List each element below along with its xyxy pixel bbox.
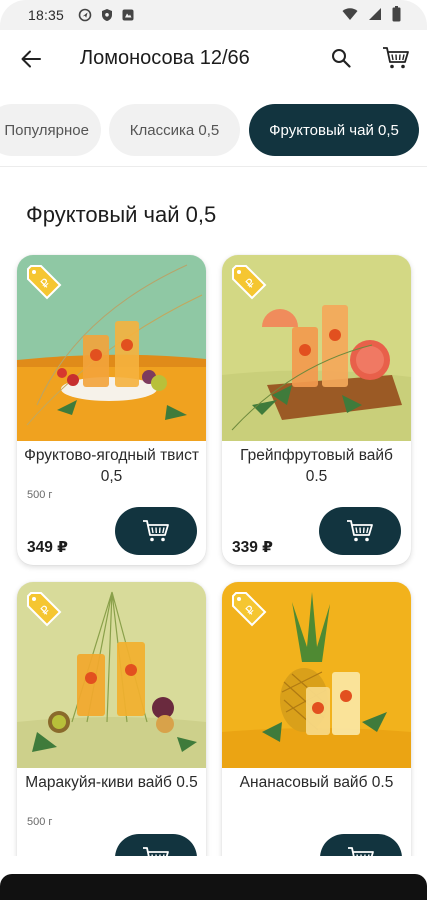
product-image[interactable]: ₽ (17, 255, 206, 441)
cart-button[interactable] (380, 42, 412, 74)
signal-icon (369, 8, 381, 20)
app-header: Ломоносова 12/66 (0, 30, 427, 86)
add-to-cart-button[interactable] (319, 507, 401, 555)
product-image[interactable]: ₽ (17, 582, 206, 768)
content-clip (0, 856, 427, 876)
product-name: Грейпфрутовый вайб 0.5 (240, 447, 393, 485)
category-chip-fruit-tea[interactable]: Фруктовый чай 0,5 (249, 104, 419, 156)
product-image[interactable]: ₽ (222, 255, 411, 441)
shield-icon (102, 9, 112, 21)
cart-icon (383, 47, 409, 69)
product-card[interactable]: ₽ Ананасовый вайб 0.5 (222, 582, 411, 892)
product-card[interactable]: ₽ Маракуйя-киви вайб 0.5 500 г (17, 582, 206, 892)
battery-icon (392, 6, 401, 22)
arrow-left-icon (21, 50, 41, 68)
product-weight: 500 г (27, 816, 53, 828)
product-image[interactable]: ₽ (222, 582, 411, 768)
notification-icon (122, 9, 134, 21)
section-title: Фруктовый чай 0,5 (26, 202, 217, 227)
product-weight: 500 г (27, 489, 53, 501)
product-name: Ананасовый вайб 0.5 (239, 774, 394, 791)
location-icon (78, 8, 92, 22)
status-time: 18:35 (28, 7, 65, 23)
product-price: 349 ₽ (27, 539, 68, 556)
back-button[interactable] (16, 44, 46, 74)
cart-icon (347, 520, 373, 542)
app-screen: 18:35 Ломоносова 12/66 Популярное Класси… (0, 0, 427, 900)
cart-icon (143, 520, 169, 542)
promo-badge-icon: ₽ (27, 592, 62, 627)
divider (0, 166, 427, 167)
category-chip-classic[interactable]: Классика 0,5 (109, 104, 240, 156)
page-title: Ломоносова 12/66 (80, 47, 250, 69)
navigation-bar (0, 874, 427, 900)
promo-badge-icon: ₽ (232, 592, 267, 627)
promo-badge-icon: ₽ (232, 265, 267, 300)
wifi-icon (342, 8, 358, 20)
category-tabs: Популярное Классика 0,5 Фруктовый чай 0,… (0, 104, 427, 156)
search-button[interactable] (326, 43, 356, 73)
status-bar: 18:35 (0, 0, 427, 30)
category-chip-popular[interactable]: Популярное (0, 104, 101, 156)
product-card[interactable]: ₽ Грейпфрутовый вайб 0.5 339 ₽ (222, 255, 411, 565)
product-name: Фруктово-ягодный твист 0,5 (24, 447, 199, 485)
search-icon (332, 49, 351, 68)
product-name: Маракуйя-киви вайб 0.5 (25, 774, 198, 791)
add-to-cart-button[interactable] (115, 507, 197, 555)
product-price: 339 ₽ (232, 539, 273, 556)
product-card[interactable]: ₽ Фруктово-ягодный твист 0,5 500 г 349 ₽ (17, 255, 206, 565)
promo-badge-icon: ₽ (27, 265, 62, 300)
status-icons (342, 6, 401, 22)
